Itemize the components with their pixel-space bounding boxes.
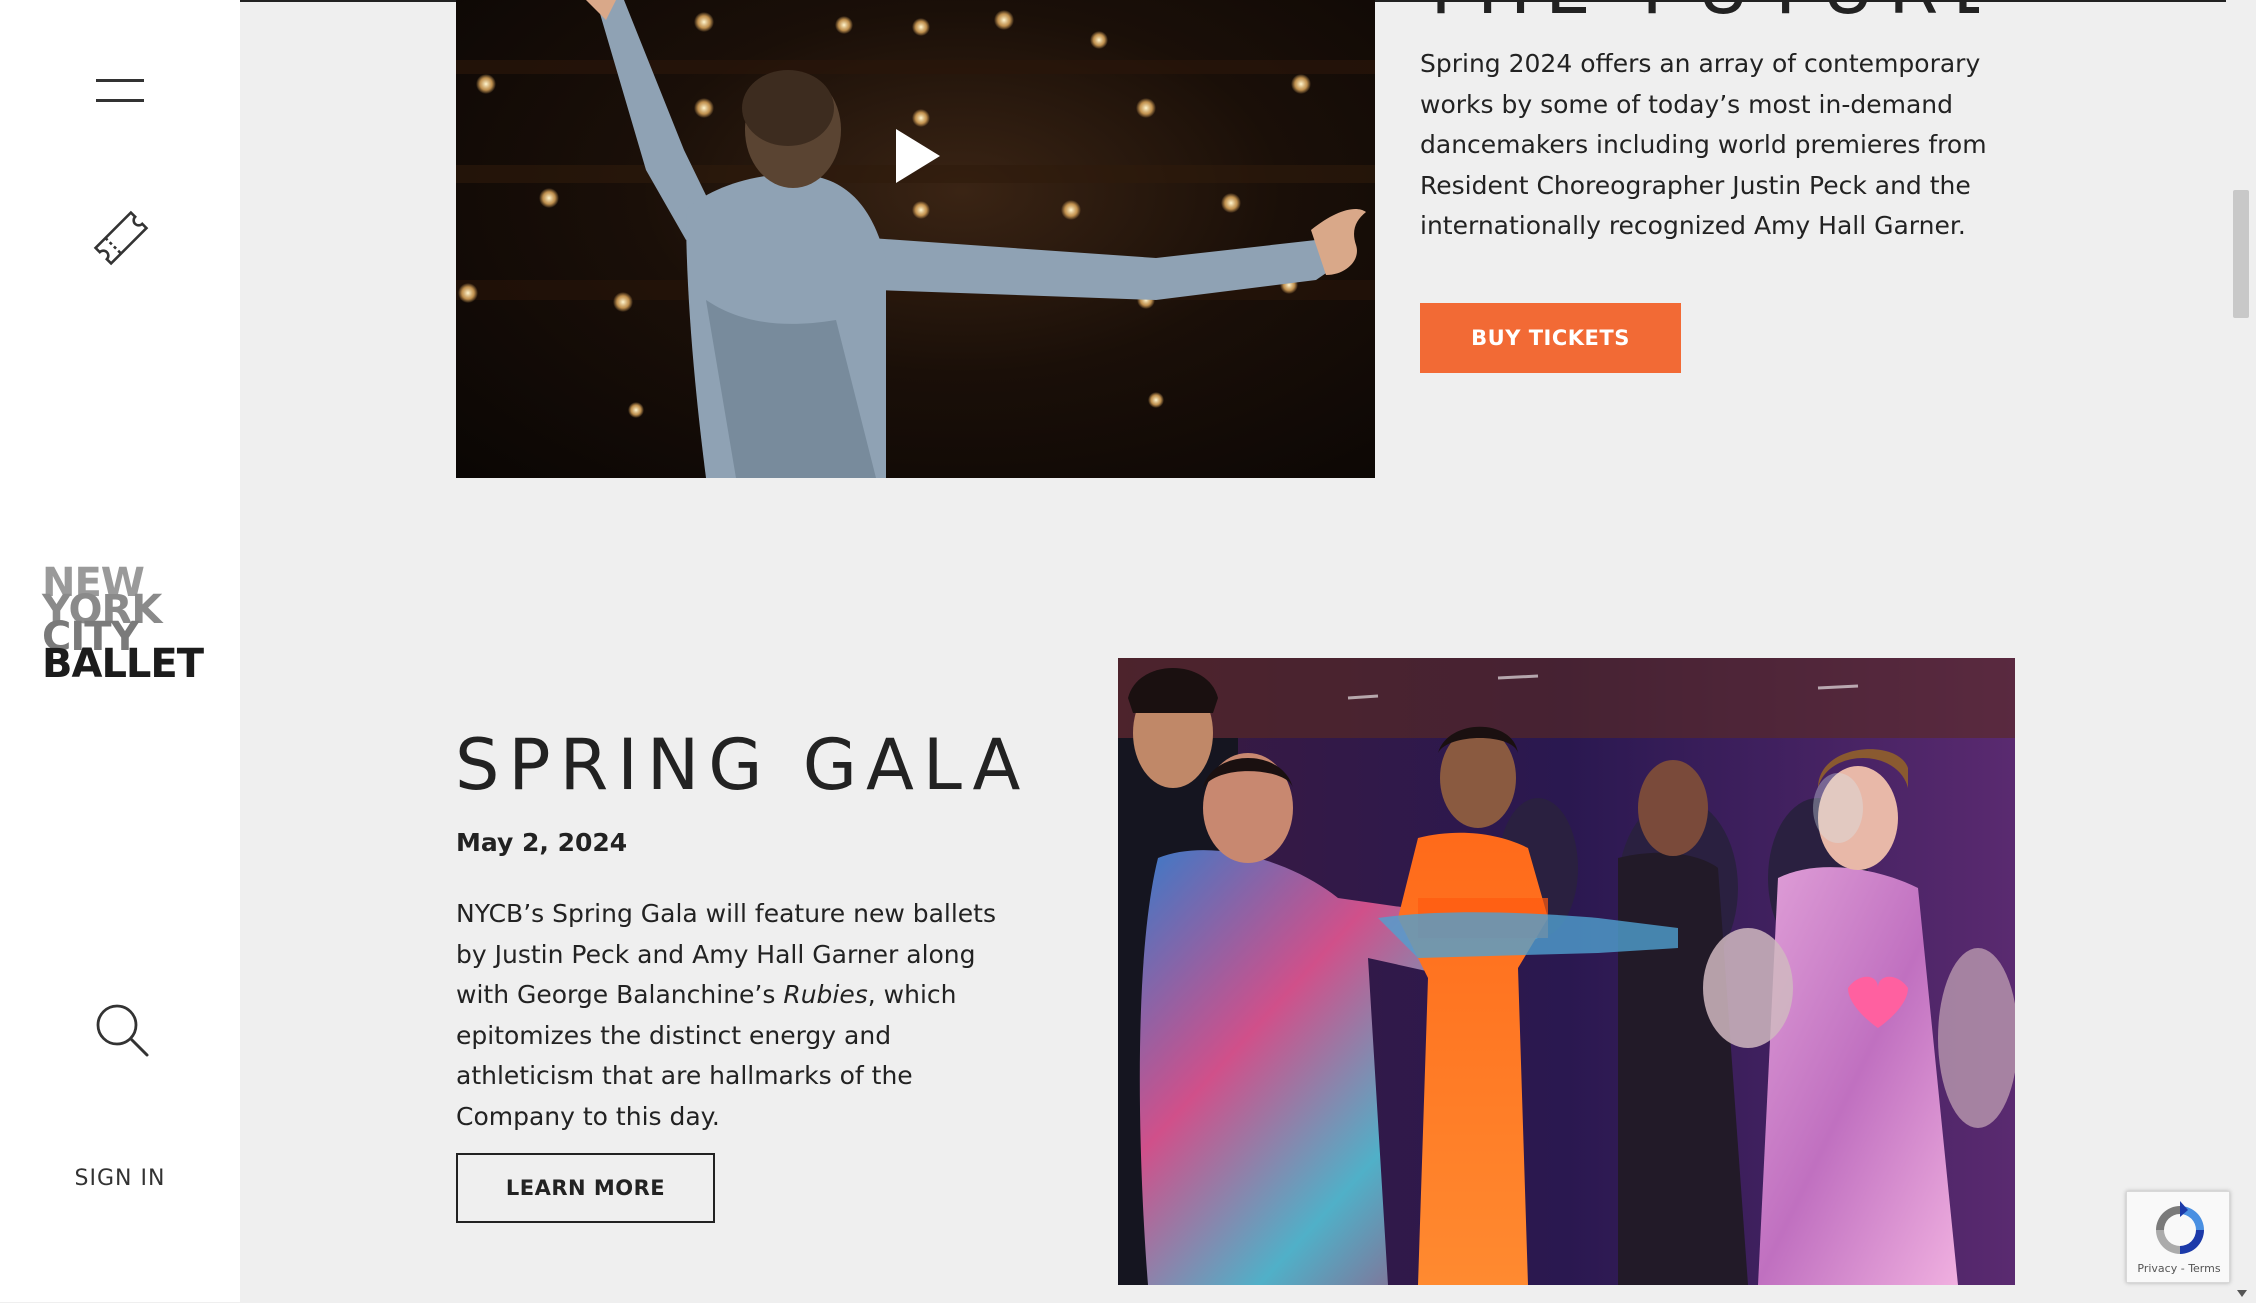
sidebar: NEW YORK CITY BALLET SIGN IN (0, 0, 240, 1302)
spring-gala-description: NYCB’s Spring Gala will feature new ball… (456, 894, 1016, 1137)
privacy-link[interactable]: Privacy (2137, 1262, 2177, 1275)
links-separator: - (2177, 1262, 2189, 1275)
future-description: Spring 2024 offers an array of contempor… (1420, 49, 1987, 240)
future-video[interactable] (456, 0, 1375, 478)
nycb-logo[interactable]: NEW YORK CITY BALLET (42, 563, 212, 687)
menu-bar-top (96, 79, 144, 82)
video-still (456, 0, 1375, 478)
search-icon[interactable] (92, 1000, 152, 1060)
terms-link[interactable]: Terms (2188, 1262, 2220, 1275)
buy-tickets-button[interactable]: BUY TICKETS (1420, 303, 1681, 373)
menu-bar-bottom (96, 99, 144, 102)
sign-in-link[interactable]: SIGN IN (40, 1166, 200, 1191)
logo-line-ballet: BALLET (42, 641, 204, 687)
recaptcha-badge[interactable]: Privacy - Terms (2126, 1191, 2230, 1283)
spring-gala-date: May 2, 2024 (456, 828, 628, 857)
recaptcha-icon (2150, 1200, 2210, 1260)
play-icon[interactable] (888, 126, 948, 186)
spring-gala-photo (1118, 658, 2015, 1285)
recaptcha-links: Privacy - Terms (2127, 1262, 2231, 1275)
scrollbar-thumb[interactable] (2233, 190, 2249, 318)
gala-body-italic: Rubies (783, 980, 868, 1009)
learn-more-button[interactable]: LEARN MORE (456, 1153, 715, 1223)
hamburger-menu-icon[interactable] (96, 79, 144, 103)
future-heading: THE FUTURE (1419, 0, 1979, 16)
spring-gala-title: SPRING GALA (455, 724, 1030, 806)
ticket-icon[interactable] (86, 203, 156, 273)
scroll-down-arrow-icon[interactable] (2236, 1284, 2248, 1297)
